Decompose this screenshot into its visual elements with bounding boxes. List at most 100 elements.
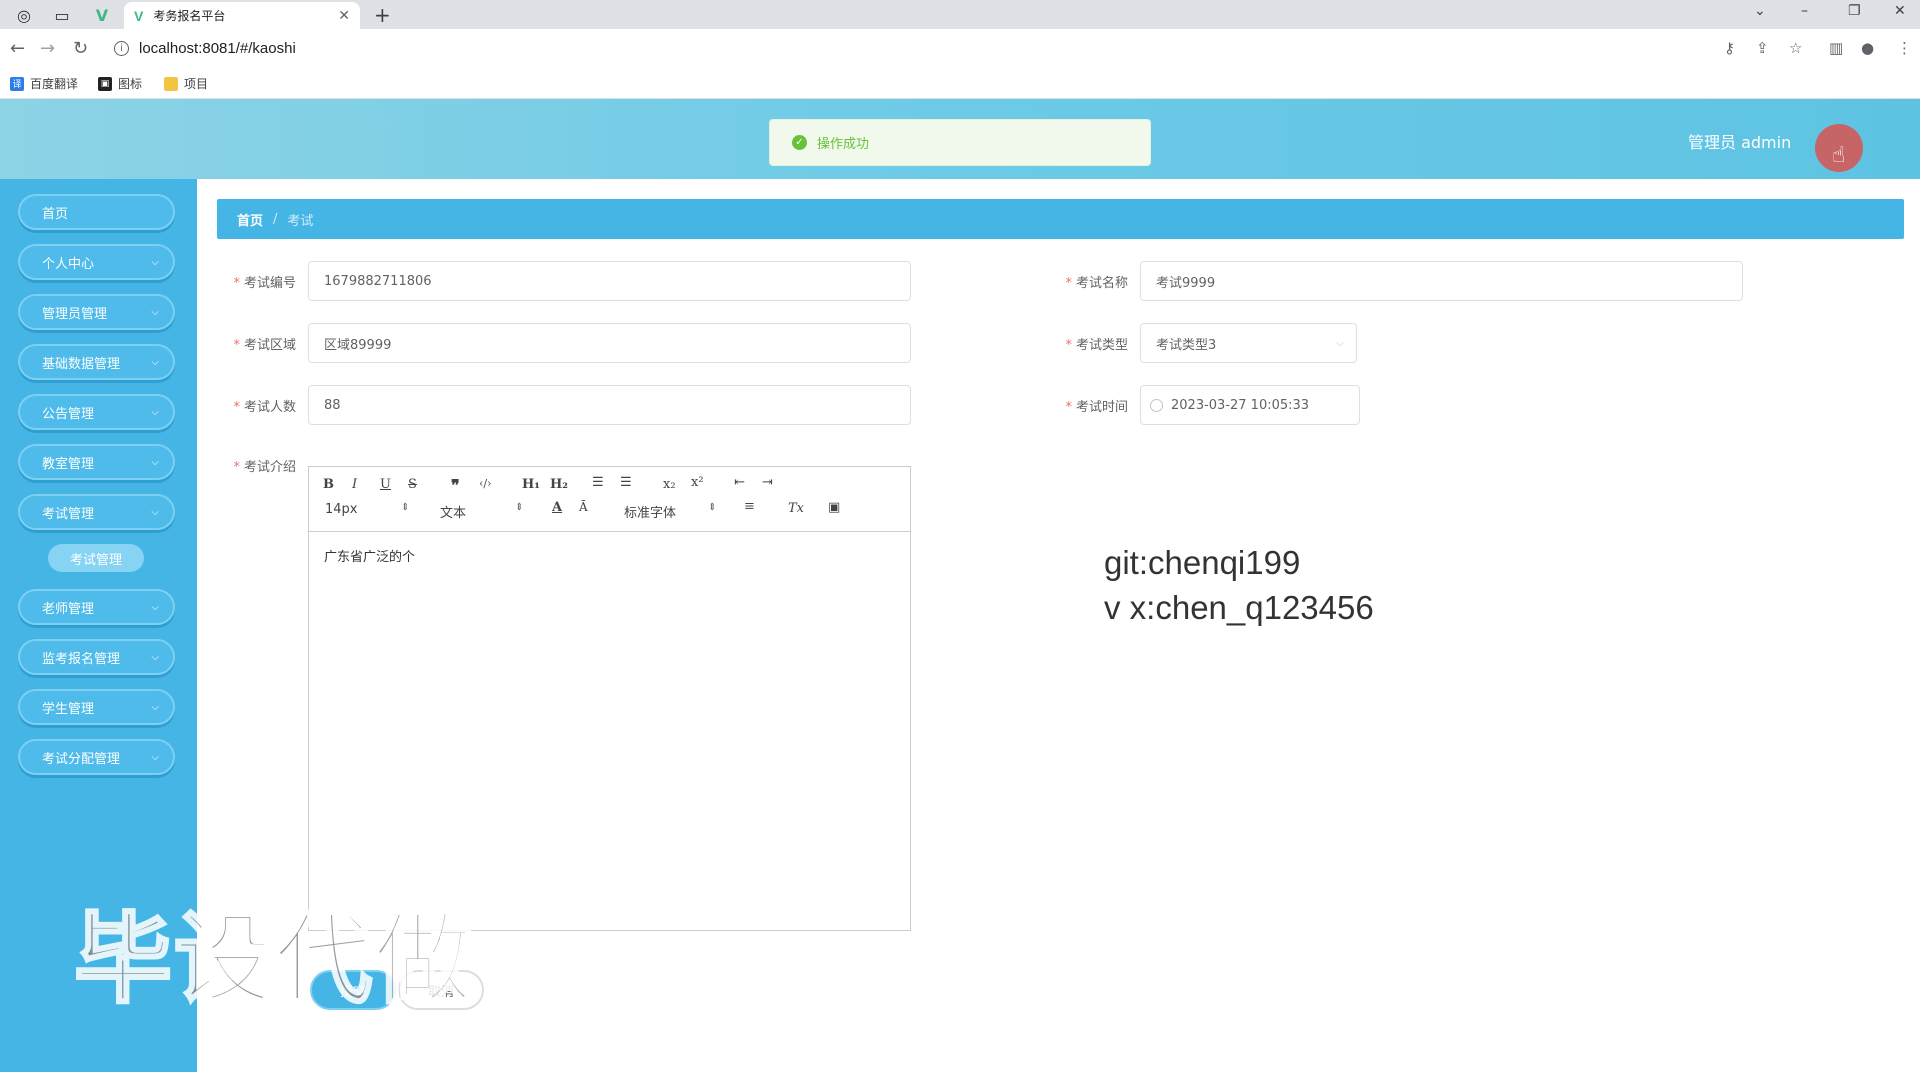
globe-icon[interactable]: ◎ (14, 4, 34, 26)
subscript-icon[interactable]: x₂ (663, 477, 676, 492)
chevron-down-icon: ⌵ (151, 456, 159, 468)
chevron-down-icon: ⌵ (151, 406, 159, 418)
contact-overlay: git:chenqi199 v x:chen_q123456 (1104, 540, 1374, 630)
exam-name-input[interactable]: 考试9999 (1140, 261, 1743, 301)
vue-tab-icon[interactable]: V (92, 4, 112, 26)
sidebar-item-basedata[interactable]: 基础数据管理 ⌵ (18, 344, 175, 380)
browser-tabbar: ◎ ▭ V V 考务报名平台 ✕ + ⌄ – ❐ ✕ (0, 0, 1920, 29)
font-select[interactable]: 标准字体 (624, 502, 676, 521)
chevron-down-icon: ⌵ (151, 506, 159, 518)
chevron-down-icon: ⌵ (151, 356, 159, 368)
editor-toolbar: B I U S ❞ ‹/› H₁ H₂ ☰ ☰ x₂ x² ⇤ ⇥ 14px ⇕… (309, 467, 910, 532)
bookmark-project[interactable]: 项目 (164, 75, 208, 92)
exam-type-label: * 考试类型 (1065, 338, 1128, 353)
chevron-down-icon: ⌵ (151, 701, 159, 713)
chevron-down-icon: ⌵ (1336, 337, 1344, 349)
star-icon[interactable]: ☆ (1789, 39, 1802, 57)
sidebar-item-notice[interactable]: 公告管理 ⌵ (18, 394, 175, 430)
blockquote-icon[interactable]: ❞ (451, 476, 460, 495)
vue-logo-icon: V (134, 7, 144, 24)
success-toast: ✓ 操作成功 (769, 119, 1151, 166)
info-icon[interactable]: i (114, 40, 129, 56)
profile-icon[interactable]: ● (1861, 39, 1874, 57)
restore-icon[interactable]: ❐ (1848, 3, 1861, 19)
menu-icon[interactable]: ⋮ (1897, 39, 1912, 57)
align-icon[interactable]: ≡ (744, 499, 755, 514)
sidebar-item-admin[interactable]: 管理员管理 ⌵ (18, 294, 175, 330)
ordered-list-icon[interactable]: ☰ (592, 475, 604, 490)
image-icon: ▣ (98, 76, 112, 91)
sidebar-item-proctor[interactable]: 监考报名管理 ⌵ (18, 639, 175, 675)
window-close-icon[interactable]: ✕ (1894, 3, 1906, 19)
chevron-down-icon: ⌵ (151, 306, 159, 318)
git-text: git:chenqi199 (1104, 544, 1301, 581)
bookmark-icons[interactable]: ▣ 图标 (98, 75, 142, 92)
underline-icon[interactable]: U (380, 477, 391, 492)
rich-text-editor[interactable]: B I U S ❞ ‹/› H₁ H₂ ☰ ☰ x₂ x² ⇤ ⇥ 14px ⇕… (308, 466, 911, 931)
italic-icon[interactable]: I (352, 477, 357, 492)
font-color-icon[interactable]: A (552, 500, 562, 515)
superscript-icon[interactable]: x² (691, 475, 704, 490)
updown-icon: ⇕ (401, 502, 410, 513)
exam-intro-label: * 考试介绍 (233, 460, 296, 475)
reload-icon[interactable]: ↻ (73, 38, 88, 59)
h1-icon[interactable]: H₁ (522, 477, 540, 492)
sidebar-item-assign[interactable]: 考试分配管理 ⌵ (18, 739, 175, 775)
updown-icon: ⇕ (515, 502, 524, 513)
chevron-down-icon[interactable]: ⌄ (1754, 3, 1766, 19)
outdent-icon[interactable]: ⇤ (734, 475, 745, 490)
bullet-list-icon[interactable]: ☰ (620, 475, 632, 490)
share-icon[interactable]: ⇪ (1756, 39, 1769, 57)
breadcrumb: 首页 / 考试 (217, 199, 1904, 239)
clean-format-icon[interactable]: Tx (788, 501, 804, 516)
strike-icon[interactable]: S (408, 477, 417, 492)
sidebar-item-exam[interactable]: 考试管理 ⌵ (18, 494, 175, 530)
sidebar-item-home[interactable]: 首页 (18, 194, 175, 230)
user-label: 管理员 admin (1688, 133, 1792, 152)
size-select[interactable]: 14px (325, 502, 358, 517)
sidebar-subitem-exam[interactable]: 考试管理 (48, 544, 144, 572)
exam-no-label: * 考试编号 (233, 276, 296, 291)
image-icon[interactable]: ▣ (828, 500, 840, 515)
indent-icon[interactable]: ⇥ (762, 475, 773, 490)
exam-time-picker[interactable]: 2023-03-27 10:05:33 (1140, 385, 1360, 425)
exam-time-label: * 考试时间 (1065, 400, 1128, 415)
close-icon[interactable]: ✕ (338, 8, 350, 24)
background-color-icon[interactable]: Ā (579, 500, 588, 514)
chevron-down-icon: ⌵ (151, 651, 159, 663)
forward-icon[interactable]: → (40, 38, 55, 59)
exam-no-input[interactable]: 1679882711806 (308, 261, 911, 301)
url-field[interactable]: i localhost:8081/#/kaoshi (114, 36, 296, 60)
breadcrumb-separator: / (273, 211, 278, 227)
clock-icon (1150, 398, 1163, 412)
minimize-icon[interactable]: – (1801, 3, 1808, 19)
bold-icon[interactable]: B (323, 477, 334, 492)
watermark-text: 毕设代做 (72, 902, 475, 1019)
active-tab[interactable]: V 考务报名平台 ✕ (124, 2, 360, 29)
sidebar-item-classroom[interactable]: 教室管理 ⌵ (18, 444, 175, 480)
sidepanel-icon[interactable]: ▥ (1829, 39, 1843, 57)
new-tab-icon[interactable]: + (374, 3, 391, 27)
address-bar: ← → ↻ i localhost:8081/#/kaoshi ⚷ ⇪ ☆ ▥ … (0, 29, 1920, 67)
code-icon[interactable]: ‹/› (479, 477, 492, 490)
editor-content[interactable]: 广东省广泛的个 (309, 532, 910, 579)
exam-count-input[interactable]: 88 (308, 385, 911, 425)
header-select[interactable]: 文本 (440, 502, 466, 521)
exam-type-select[interactable]: 考试类型3 ⌵ (1140, 323, 1357, 363)
bookmark-translate[interactable]: 译 百度翻译 (10, 75, 78, 92)
app-header: ✓ 操作成功 管理员 admin ☝ (0, 99, 1920, 179)
exam-area-input[interactable]: 区域89999 (308, 323, 911, 363)
h2-icon[interactable]: H₂ (550, 477, 568, 492)
tab-blank-icon[interactable]: ▭ (52, 4, 72, 26)
chevron-down-icon: ⌵ (151, 751, 159, 763)
sidebar-item-teacher[interactable]: 老师管理 ⌵ (18, 589, 175, 625)
hand-cursor-icon: ☝ (1832, 143, 1846, 168)
toast-text: 操作成功 (817, 137, 870, 152)
key-icon[interactable]: ⚷ (1724, 39, 1735, 57)
bookmarks-bar: 译 百度翻译 ▣ 图标 项目 (0, 67, 1920, 99)
breadcrumb-current: 考试 (287, 213, 314, 229)
breadcrumb-home[interactable]: 首页 (237, 210, 263, 229)
sidebar-item-profile[interactable]: 个人中心 ⌵ (18, 244, 175, 280)
sidebar-item-student[interactable]: 学生管理 ⌵ (18, 689, 175, 725)
back-icon[interactable]: ← (10, 38, 25, 59)
